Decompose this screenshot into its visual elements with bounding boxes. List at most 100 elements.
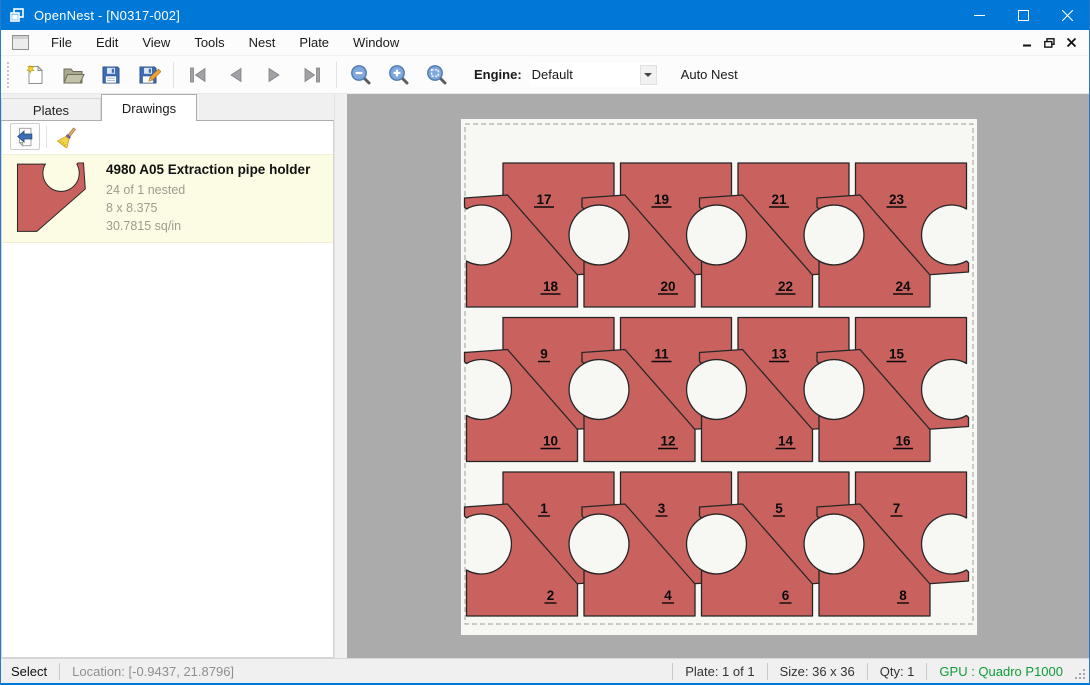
engine-area: Engine: Default Auto Nest [474,62,746,87]
tab-plates[interactable]: Plates [1,98,101,121]
status-location: Location: [-0.9437, 21.8796] [60,659,246,683]
toolbar-separator [173,62,174,88]
nest-part-label[interactable]: 2 [547,588,555,603]
engine-label: Engine: [474,67,522,82]
menu-plate[interactable]: Plate [287,31,341,54]
zoom-fit-button[interactable] [418,59,456,91]
nest-part-label[interactable]: 11 [654,347,669,362]
new-button[interactable] [16,59,54,91]
mdi-close-button[interactable] [1061,34,1081,52]
drawing-title: 4980 A05 Extraction pipe holder [106,162,310,177]
nest-part-label[interactable]: 6 [782,588,790,603]
nest-part-label[interactable]: 8 [899,588,907,603]
drawing-dimensions: 8 x 8.375 [106,199,310,217]
save-as-button[interactable] [130,59,168,91]
save-icon [99,63,123,87]
nest-part-label[interactable]: 1 [540,501,548,516]
title-bar[interactable]: OpenNest - [N0317-002] [1,0,1089,30]
close-button[interactable] [1045,0,1089,30]
next-arrow-icon [262,63,286,87]
last-plate-button[interactable] [293,59,331,91]
menu-bar: File Edit View Tools Nest Plate Window [1,30,1089,56]
nest-part-label[interactable]: 17 [536,192,551,207]
nest-part-label[interactable]: 7 [893,501,901,516]
nest-part-label[interactable]: 24 [895,279,911,294]
first-plate-button[interactable] [179,59,217,91]
drawings-panel: 4980 A05 Extraction pipe holder 24 of 1 … [1,120,334,658]
drawing-area: 30.7815 sq/in [106,217,310,235]
menu-view[interactable]: View [130,31,182,54]
save-as-icon [137,63,161,87]
new-document-icon [23,63,47,87]
chevron-down-icon[interactable] [640,65,657,85]
toolbar-separator [336,62,337,88]
nest-part-label[interactable]: 5 [775,501,783,516]
nest-part-label[interactable]: 18 [543,279,559,294]
drawing-list-item[interactable]: 4980 A05 Extraction pipe holder 24 of 1 … [2,154,333,243]
nest-part-label[interactable]: 13 [771,347,787,362]
nest-part-label[interactable]: 4 [664,588,672,603]
return-drawing-button[interactable] [10,123,40,150]
nest-part-label[interactable]: 9 [540,347,548,362]
mdi-minimize-icon [1023,38,1032,47]
drawing-nested-count: 24 of 1 nested [106,181,310,199]
nest-part-label[interactable]: 3 [658,501,666,516]
resize-grip-icon [1075,669,1086,680]
nest-part-label[interactable]: 22 [778,279,793,294]
mdi-minimize-button[interactable] [1017,34,1037,52]
status-gpu: GPU : Quadro P1000 [927,659,1075,683]
engine-value: Default [530,67,640,82]
menu-nest[interactable]: Nest [237,31,288,54]
plate: 171819202122232491011121314151612345678 [461,119,977,635]
resize-grip[interactable] [1075,659,1089,683]
tab-strip: Plates Drawings [1,94,334,121]
broom-icon [57,126,79,148]
nest-part-label[interactable]: 16 [895,434,911,449]
status-mode: Select [1,659,59,683]
toolbar-grip[interactable] [7,62,12,88]
nest-part-label[interactable]: 15 [889,347,905,362]
menu-edit[interactable]: Edit [84,31,130,54]
maximize-button[interactable] [1001,0,1045,30]
nest-part-label[interactable]: 12 [660,434,675,449]
engine-combo[interactable]: Default [530,63,657,87]
menu-window[interactable]: Window [341,31,411,54]
next-plate-button[interactable] [255,59,293,91]
nest-part-label[interactable]: 14 [778,434,794,449]
status-bar: Select Location: [-0.9437, 21.8796] Plat… [1,658,1089,683]
window-title: OpenNest - [N0317-002] [34,8,957,23]
status-plate-size: Size: 36 x 36 [768,659,867,683]
zoom-in-button[interactable] [380,59,418,91]
previous-plate-button[interactable] [217,59,255,91]
clean-button[interactable] [53,123,83,150]
previous-arrow-icon [224,63,248,87]
minimize-icon [974,10,985,21]
menu-file[interactable]: File [39,31,84,54]
save-button[interactable] [92,59,130,91]
zoom-fit-icon [425,63,449,87]
auto-nest-button[interactable]: Auto Nest [673,62,746,87]
last-arrow-icon [300,63,324,87]
zoom-out-icon [349,63,373,87]
open-folder-icon [61,63,85,87]
drawings-toolbar-separator [46,126,47,148]
nest-part-label[interactable]: 23 [889,192,905,207]
part-thumbnail [12,161,96,236]
open-button[interactable] [54,59,92,91]
document-icon[interactable] [12,35,29,50]
drawings-toolbar [2,121,333,152]
nest-part-label[interactable]: 21 [771,192,787,207]
nest-part-label[interactable]: 19 [654,192,669,207]
panel-splitter[interactable] [334,94,347,658]
minimize-button[interactable] [957,0,1001,30]
mdi-restore-button[interactable] [1039,34,1059,52]
zoom-in-icon [387,63,411,87]
left-panel: Plates Drawings [1,94,334,658]
zoom-out-button[interactable] [342,59,380,91]
drawing-list-empty [2,243,333,657]
menu-tools[interactable]: Tools [182,31,236,54]
nest-part-label[interactable]: 10 [543,434,558,449]
nest-part-label[interactable]: 20 [660,279,675,294]
nest-canvas[interactable]: 171819202122232491011121314151612345678 [347,94,1089,658]
tab-drawings[interactable]: Drawings [101,94,197,121]
